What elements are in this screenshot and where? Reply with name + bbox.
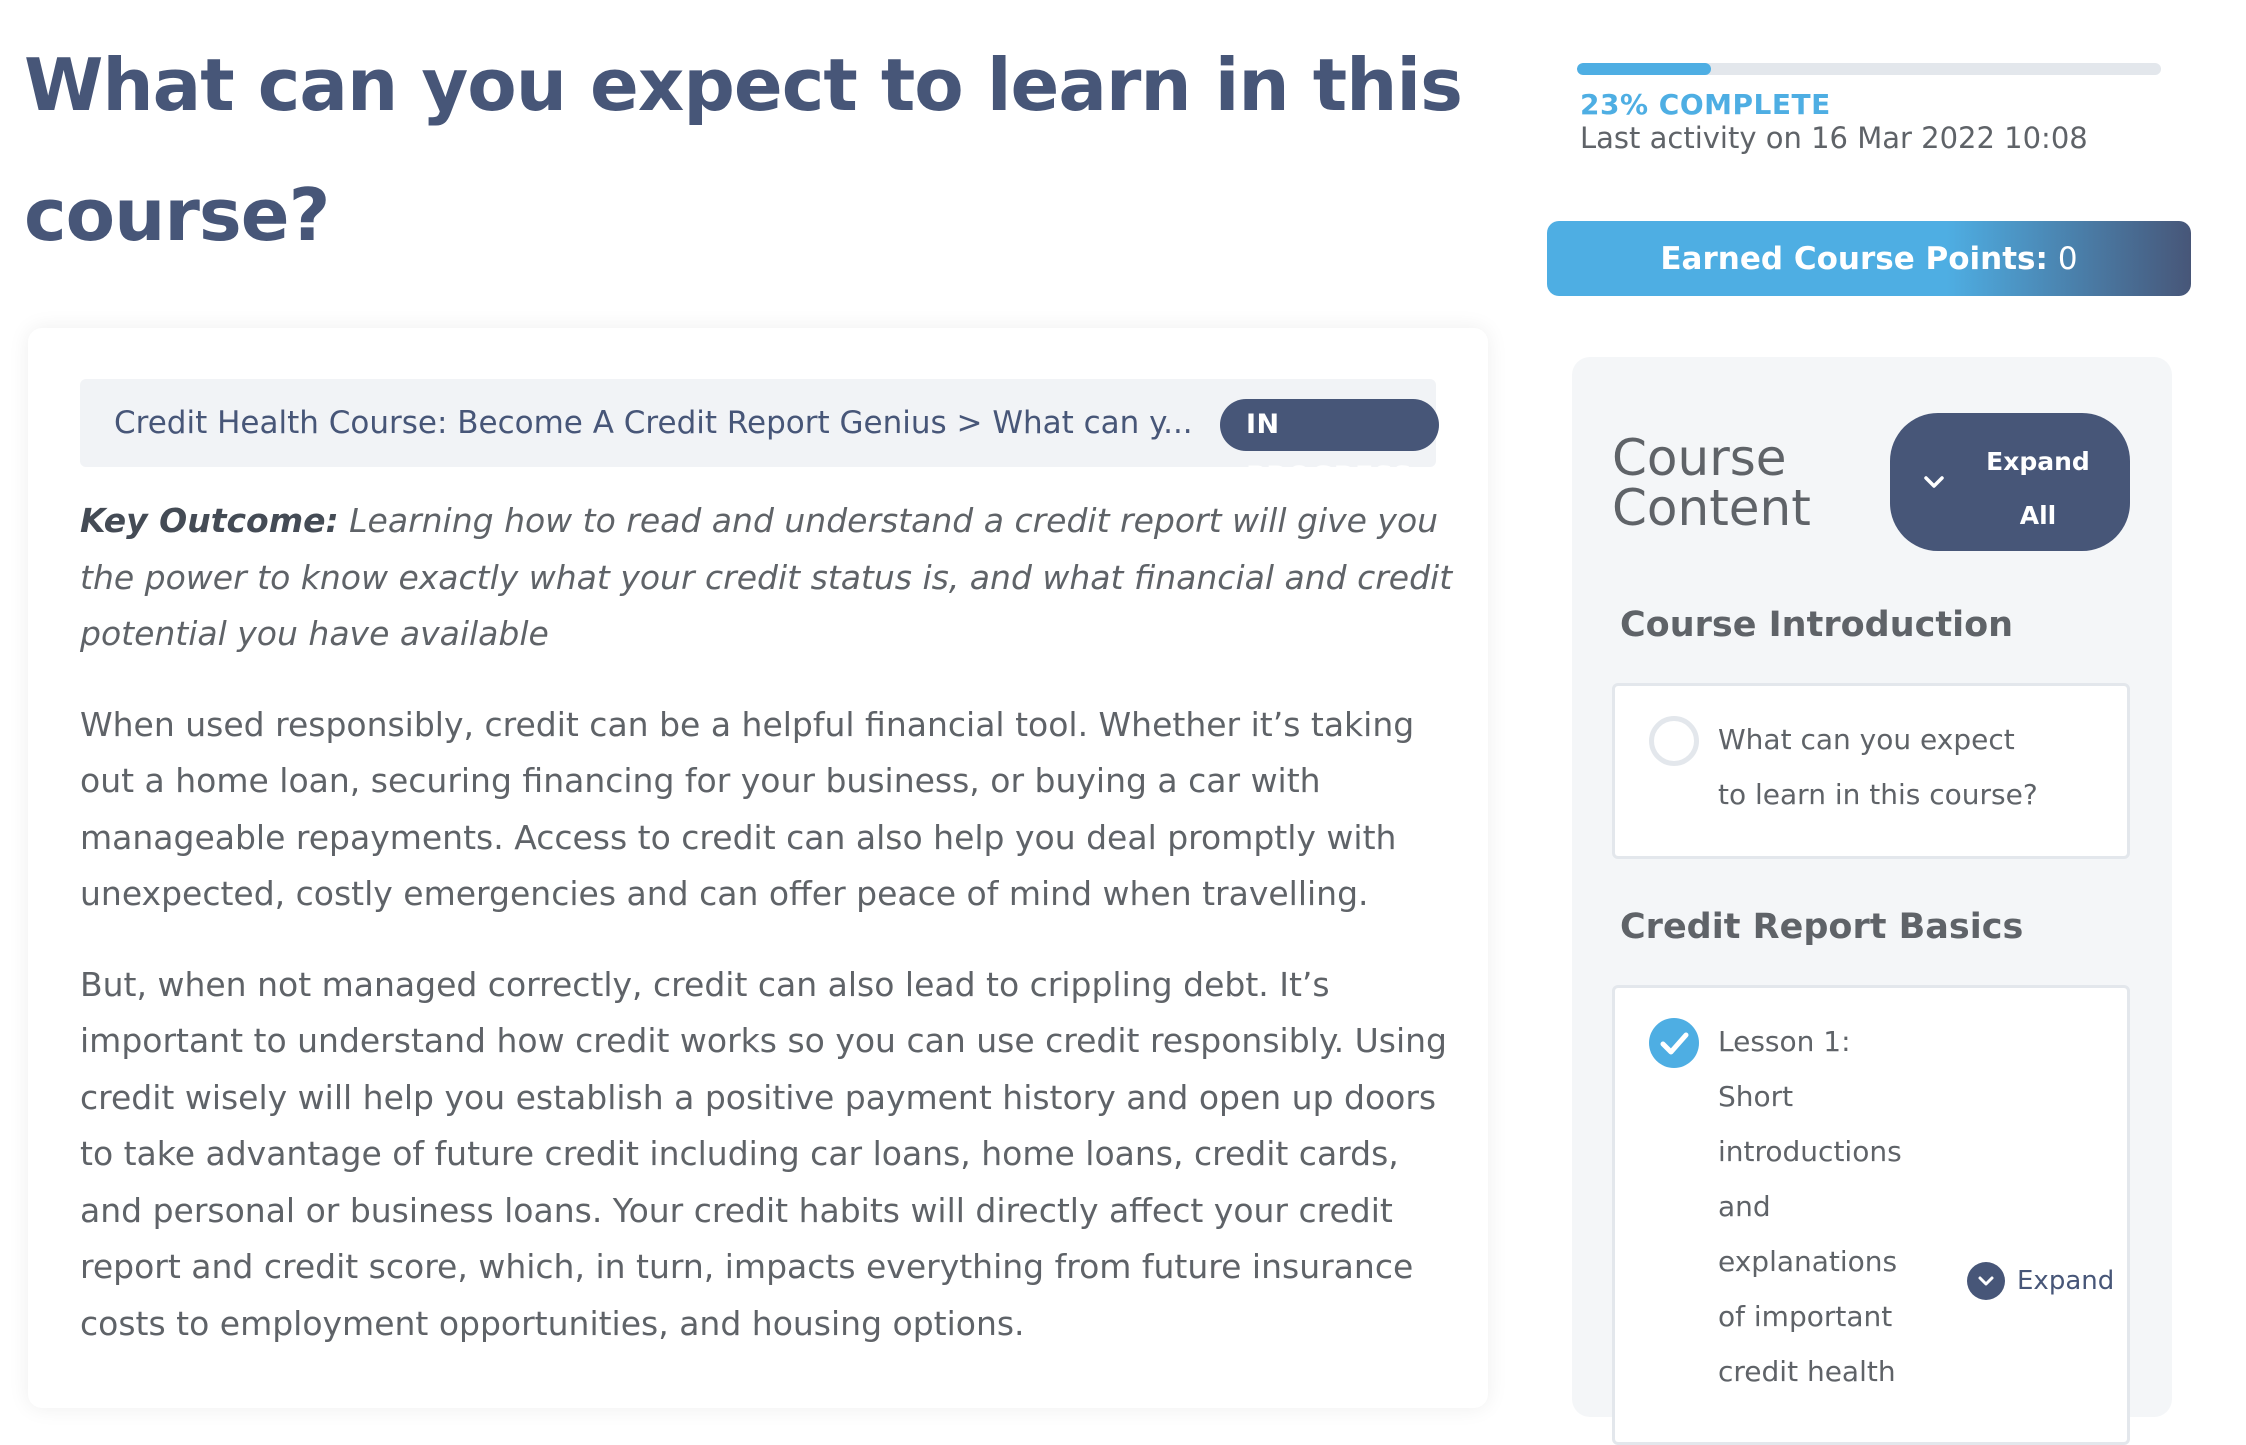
page-title: What can you expect to learn in this cou… [24,43,1463,257]
lesson-title-lesson-1[interactable]: Lesson 1: Short introductions and explan… [1718,1014,1908,1399]
breadcrumb: Credit Health Course: Become A Credit Re… [80,379,1439,492]
section-heading-course-introduction: Course Introduction [1620,605,2014,645]
chevron-down-icon [1924,476,1944,488]
key-outcome-label: Key Outcome: [80,501,339,540]
chevron-down-circle-icon [1967,1262,2005,1300]
lesson-item-lesson-1[interactable]: Lesson 1: Short introductions and explan… [1612,985,2130,1445]
lesson-body: Key Outcome: Learning how to read and un… [80,493,1460,1386]
check-circle-icon [1649,1018,1699,1068]
progress-bar-fill [1577,63,1712,75]
body-paragraph-1: When used responsibly, credit can be a h… [80,704,1415,914]
lesson-expand-label: Expand [2017,1266,2115,1296]
points-value: 0 [2057,240,2078,277]
expand-all-label-line1: Expand [1986,447,2090,476]
expand-all-button[interactable]: Expand All [1890,413,2130,551]
course-content-title: Course Content [1612,429,1811,537]
status-badge: IN PROGRESS [1220,399,1439,492]
points-label: Earned Course Points: [1660,240,2048,277]
key-outcome-paragraph: Key Outcome: Learning how to read and un… [80,493,1460,663]
earned-course-points-banner: Earned Course Points: 0 [1547,221,2191,296]
expand-all-label-line2: All [2019,501,2057,530]
lesson-title-intro[interactable]: What can you expect to learn in this cou… [1718,712,2038,822]
empty-circle-icon [1649,716,1699,766]
progress-percent-label: 23% COMPLETE [1580,88,1831,121]
lesson-expand-button[interactable]: Expand [1967,1262,2114,1300]
lesson-item-intro[interactable]: What can you expect to learn in this cou… [1612,683,2130,859]
last-activity-text: Last activity on 16 Mar 2022 10:08 [1580,121,2088,155]
expand-all-label: Expand All [1958,435,2118,543]
lesson-content-card: Credit Health Course: Become A Credit Re… [28,328,1488,1408]
course-content-sidebar: Course Content Expand All Course Introdu… [1572,357,2172,1445]
section-heading-credit-report-basics: Credit Report Basics [1620,907,2024,947]
progress-bar [1577,63,2161,75]
body-paragraph-2: But, when not managed correctly, credit … [80,964,1448,1343]
breadcrumb-text[interactable]: Credit Health Course: Become A Credit Re… [114,379,1193,467]
